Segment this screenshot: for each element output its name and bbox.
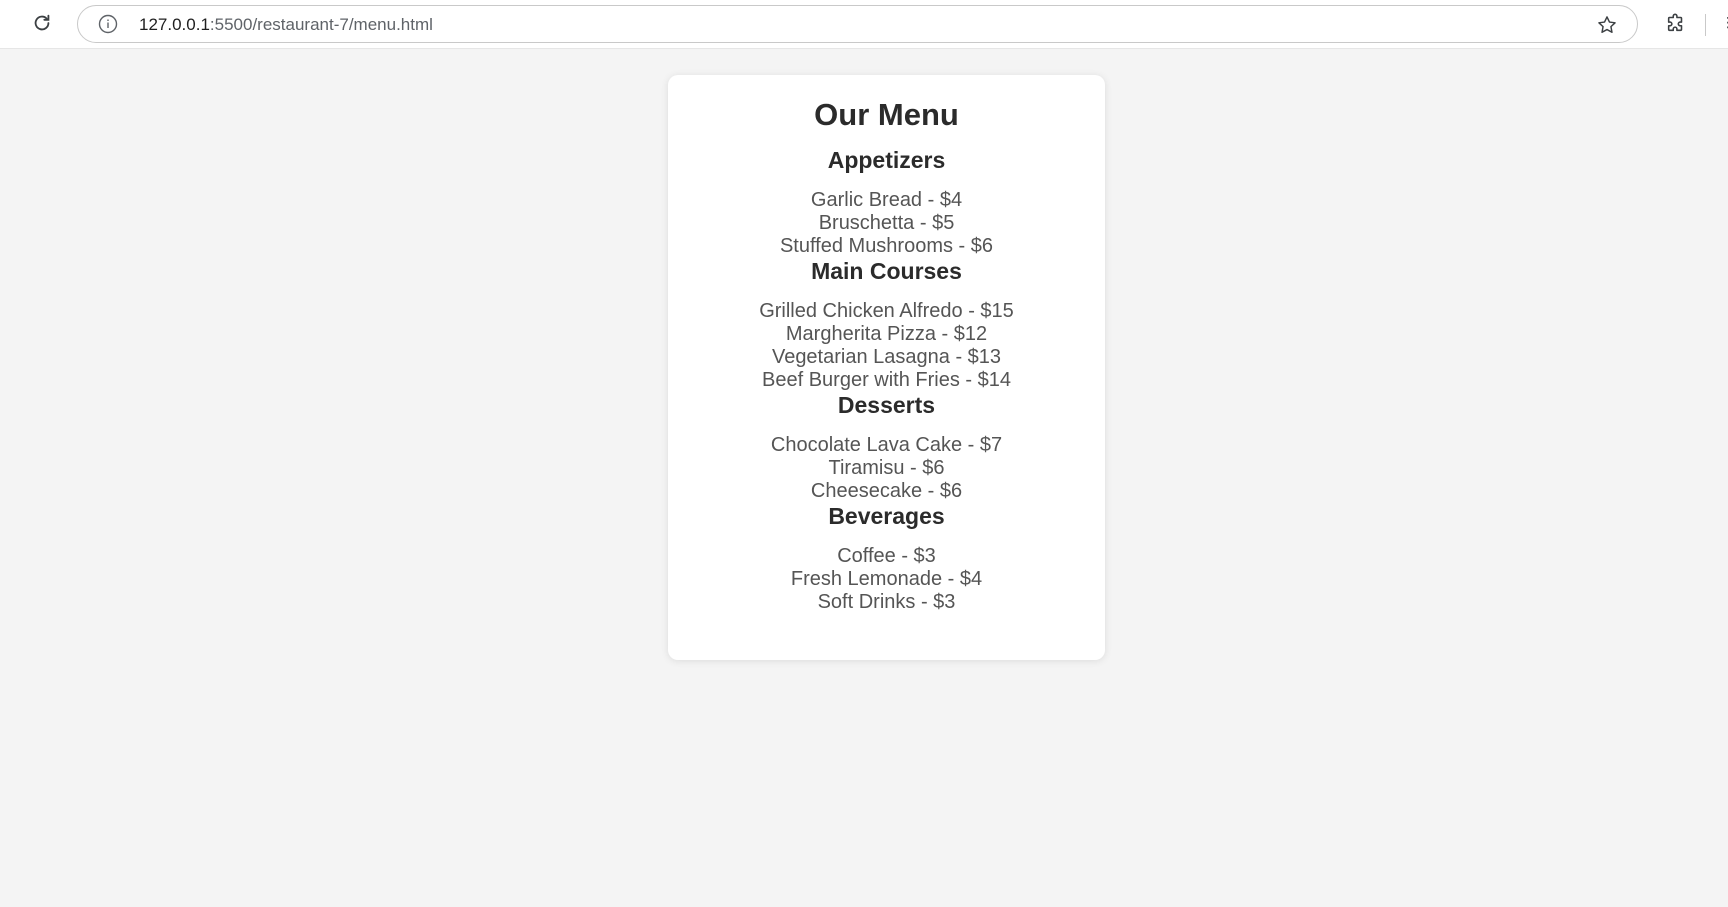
reload-icon — [31, 12, 53, 39]
menu-item-list: Garlic Bread - $4 Bruschetta - $5 Stuffed … — [668, 189, 1105, 258]
extensions-button[interactable] — [1662, 11, 1690, 39]
toolbar-divider — [1705, 14, 1706, 36]
menu-section: Main Courses Grilled Chicken Alfredo - $1… — [668, 258, 1105, 392]
menu-item: Bruschetta - $5 — [818, 212, 955, 234]
menu-item: Vegetarian Lasagna - $13 — [771, 346, 1002, 368]
address-bar[interactable]: 127.0.0.1:5500/restaurant-7/menu.html — [77, 5, 1638, 43]
section-title: Main Courses — [811, 258, 962, 284]
menu-item-list: Grilled Chicken Alfredo - $15 Margherita … — [668, 300, 1105, 392]
menu-card: Our Menu Appetizers Garlic Bread - $4 Brus… — [668, 75, 1105, 660]
section-title: Desserts — [837, 392, 936, 418]
menu-item: Garlic Bread - $4 — [810, 189, 963, 211]
info-icon[interactable] — [98, 14, 118, 34]
menu-item: Tiramisu - $6 — [828, 457, 945, 479]
menu-title: Our Menu — [814, 97, 959, 132]
menu-item-list: Chocolate Lava Cake - $7 Tiramisu - $6 Che… — [668, 434, 1105, 503]
menu-item: Soft Drinks - $3 — [817, 591, 956, 613]
menu-section: Desserts Chocolate Lava Cake - $7 Tiramisu… — [668, 392, 1105, 503]
url-path: :5500/restaurant-7/menu.html — [209, 15, 433, 34]
menu-item: Beef Burger with Fries - $14 — [762, 369, 1011, 391]
menu-item: Grilled Chicken Alfredo - $15 — [759, 300, 1014, 322]
overflow-menu-icon[interactable]: ⋮ — [1721, 14, 1728, 36]
menu-item: Cheesecake - $6 — [810, 480, 963, 502]
menu-item: Fresh Lemonade - $4 — [790, 568, 983, 590]
url-host: 127.0.0.1 — [139, 15, 210, 34]
url-text[interactable]: 127.0.0.1:5500/restaurant-7/menu.html — [139, 15, 433, 35]
menu-section: Appetizers Garlic Bread - $4 Bruschetta - … — [668, 147, 1105, 258]
puzzle-icon — [1665, 12, 1687, 39]
menu-item-list: Coffee - $3 Fresh Lemonade - $4 Soft Drink… — [668, 545, 1105, 614]
browser-toolbar: 127.0.0.1:5500/restaurant-7/menu.html ⋮ — [0, 0, 1728, 49]
section-title: Appetizers — [827, 147, 946, 173]
menu-item: Coffee - $3 — [837, 545, 936, 567]
menu-item: Margherita Pizza - $12 — [785, 323, 988, 345]
star-icon[interactable] — [1595, 13, 1619, 37]
section-title: Beverages — [828, 503, 945, 529]
menu-item: Stuffed Mushrooms - $6 — [779, 235, 994, 257]
menu-sections: Appetizers Garlic Bread - $4 Bruschetta - … — [668, 147, 1105, 614]
reload-button[interactable] — [26, 11, 58, 39]
menu-item: Chocolate Lava Cake - $7 — [770, 434, 1003, 456]
menu-section: Beverages Coffee - $3 Fresh Lemonade - $4 S… — [668, 503, 1105, 614]
